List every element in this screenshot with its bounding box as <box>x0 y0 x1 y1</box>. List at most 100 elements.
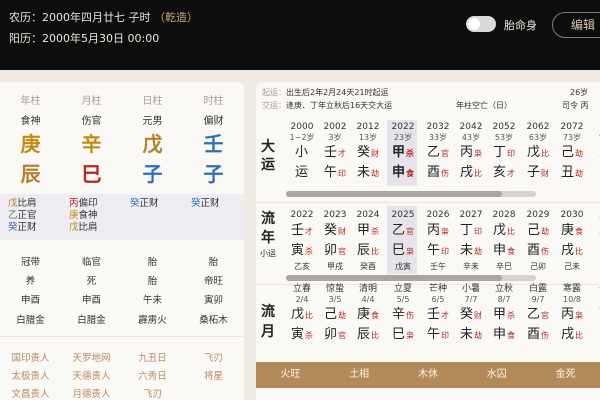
qiyun-label: 起运： <box>262 88 286 97</box>
gender-tag: （乾造） <box>154 11 198 24</box>
shensha-item[interactable]: 月德贵人 <box>61 386 122 400</box>
shishen-tag: 印 <box>338 169 346 178</box>
liuyue-term: 立春 <box>292 284 311 294</box>
liuyue-term: 芒种 <box>428 284 447 294</box>
taimingshen-toggle[interactable] <box>466 16 496 32</box>
shishen-tag: 杀 <box>406 149 414 158</box>
shensha-item[interactable]: 飞刃 <box>122 386 183 400</box>
shensha-item[interactable]: 太极贵人 <box>0 368 61 382</box>
dayun-year: 2072 <box>560 122 584 132</box>
liunian-column[interactable]: 2028 戊比 申食 辛巳 <box>488 210 520 272</box>
shensha-item[interactable]: 将星 <box>183 368 244 382</box>
canggan-gan: 丙 <box>69 198 79 209</box>
jiaoyun-label: 交运： <box>262 101 286 110</box>
liuyue-column[interactable]: 惊蛰 3/5 己劫 卯官 <box>319 284 351 345</box>
zhi-char: 寅 <box>290 243 304 258</box>
dayun-column[interactable]: 2072 73岁 己劫 丑劫 <box>556 122 588 183</box>
zhi-cell: 亥 <box>590 230 600 250</box>
liuyue-column[interactable]: 立春 2/4 戊比 寅杀 <box>286 284 318 345</box>
shishen-tag: 食 <box>507 331 515 340</box>
shensha-item[interactable]: 天罗地网 <box>61 350 122 364</box>
shensha-row: 文昌贵人 月德贵人 飞刃 <box>0 386 244 400</box>
canggan-shishen: 正财 <box>200 198 220 209</box>
zhi-cell: 寅杀 <box>286 241 318 261</box>
liuyue-column[interactable]: 小暑 7/7 癸财 未劫 <box>455 284 487 345</box>
wuxing-state: 土相 <box>349 369 370 380</box>
divider <box>0 336 244 337</box>
liuyue-column[interactable]: 丁亥 <box>590 284 600 324</box>
liunian-column[interactable]: 2029 己劫 酉伤 己卯 <box>522 210 554 272</box>
dayun-column[interactable]: 2002 3岁 壬才 午印 <box>319 122 351 183</box>
shensha-item[interactable]: 天德贵人 <box>61 368 122 382</box>
tiangan-char: 辛 <box>81 132 102 156</box>
liuyue-term: 寒露 <box>562 284 581 294</box>
dayun-column[interactable]: 2042 43岁 丙枭 戌比 <box>455 122 487 183</box>
shishen-tag: 杀 <box>507 311 515 320</box>
gan-char: 丙 <box>426 223 440 238</box>
liunian-scrollbar[interactable] <box>286 275 536 281</box>
liuyue-column[interactable]: 立秋 8/7 甲杀 申食 <box>488 284 520 345</box>
gan-char: 乙 <box>426 145 440 160</box>
liuyue-column[interactable]: 立夏 5/5 辛伤 巳枭 <box>387 284 419 345</box>
dayun-column[interactable]: 2000 1~2岁小运 <box>286 122 318 183</box>
liunian-column[interactable]: 2027 丁印 未劫 辛未 <box>455 210 487 272</box>
dayun-age: 73岁 <box>562 133 582 142</box>
dayun-scrollbar[interactable] <box>286 191 536 197</box>
shensha-item[interactable] <box>183 386 244 400</box>
zhi-cell: 辰比 <box>352 241 384 261</box>
shensha-item[interactable]: 国印贵人 <box>0 350 61 364</box>
liunian-column[interactable]: 辛亥 <box>590 210 600 250</box>
zhi-cell: 未劫 <box>455 241 487 261</box>
liunian-column[interactable]: 2025 乙官 巳枭 戊寅 <box>387 210 419 272</box>
zhi-char: 亥 <box>492 165 506 180</box>
shishen-tag: 财 <box>474 311 482 320</box>
edit-button[interactable]: 编辑 <box>552 12 600 38</box>
dayun-column[interactable]: 2032 33岁 乙官 酉伤 <box>422 122 454 183</box>
dayun-column[interactable]: 庚寅 <box>590 122 600 162</box>
shensha-item[interactable]: 文昌贵人 <box>0 386 61 400</box>
dayun-column[interactable]: 2062 63岁 戊比 子财 <box>522 122 554 183</box>
zhi-cell: 亥才 <box>488 163 520 183</box>
shishen-tag: 伤 <box>541 247 549 256</box>
zhi-char: 戌 <box>459 165 473 180</box>
solar-label: 阳历： <box>9 32 42 45</box>
scrollbar-thumb[interactable] <box>286 191 502 197</box>
canggan-shishen: 正财 <box>139 198 159 209</box>
canggan-gan: 癸 <box>8 222 18 233</box>
scrollbar-thumb[interactable] <box>286 275 502 281</box>
liuyue-date: 9/7 <box>531 295 545 304</box>
shishen-row: 食神 伤官 元男 偏财 <box>0 112 244 127</box>
zhi-cell: 辰比 <box>352 325 384 345</box>
canggan-cell: 丙偏印 庚食神 戊比肩 <box>61 198 122 234</box>
pillar-title: 日柱 <box>142 96 163 107</box>
shensha-item[interactable]: 六秀日 <box>122 368 183 382</box>
liuyue-column[interactable]: 清明 4/4 庚食 辰比 <box>352 284 384 345</box>
gan-cell: 甲杀 <box>488 305 520 325</box>
zhi-cell: 卯官 <box>319 325 351 345</box>
shensha-item[interactable]: 飞刃 <box>183 350 244 364</box>
liunian-column[interactable]: 2026 丙枭 午印 壬午 <box>422 210 454 272</box>
liunian-column[interactable]: 2023 癸财 卯官 甲戌 <box>319 210 351 272</box>
liunian-column[interactable]: 2030 庚食 戌比 己未 <box>556 210 588 272</box>
liunian-label-2: 年 <box>261 230 275 246</box>
liuyue-column[interactable]: 寒露 10/8 丙枭 戌比 <box>556 284 588 345</box>
liuyue-section-label: 流 月 <box>256 302 280 342</box>
liunian-column[interactable]: 2024 甲杀 辰比 癸酉 <box>352 210 384 272</box>
shishen-tag: 比 <box>507 227 515 236</box>
dayun-column[interactable]: 2022 23岁 甲杀 申食 <box>387 122 419 183</box>
zhi-cell: 申食 <box>488 241 520 261</box>
gan-cell: 己劫 <box>319 305 351 325</box>
shensha-row: 国印贵人 天罗地网 九丑日 飞刃 <box>0 350 244 364</box>
liuyue-term: 白露 <box>528 284 547 294</box>
liuyue-column[interactable]: 白露 9/7 乙官 酉伤 <box>522 284 554 345</box>
nayin-cell: 白腊金 <box>16 315 45 326</box>
shensha-item[interactable]: 九丑日 <box>122 350 183 364</box>
dayun-age: 63岁 <box>528 133 548 142</box>
dizhi-char: 巳 <box>81 162 102 186</box>
dayun-column[interactable]: 2052 53岁 丁印 亥才 <box>488 122 520 183</box>
liunian-column[interactable]: 2022 壬才 寅杀 乙亥 <box>286 210 318 272</box>
liuyue-term: 小暑 <box>461 284 480 294</box>
dayun-column[interactable]: 2012 13岁 癸财 未劫 <box>352 122 384 183</box>
liuyue-column[interactable]: 芒种 6/5 壬才 午印 <box>422 284 454 345</box>
canggan-line: 乙正官 <box>8 210 61 222</box>
